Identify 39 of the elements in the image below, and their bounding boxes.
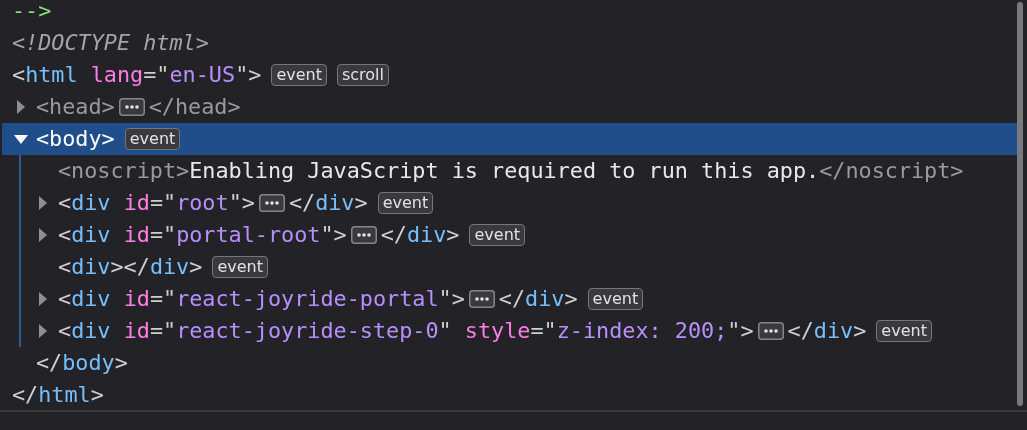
expand-triangle-icon[interactable] [39,196,47,210]
code-text: <body> [36,125,115,153]
selected-node-row[interactable]: <body> event [2,123,1017,155]
code-text: </div> [787,317,867,345]
event-badge[interactable]: event [469,224,526,246]
event-badge[interactable]: event [124,128,181,150]
collapse-triangle-icon[interactable] [14,134,28,144]
code-text: <div></div> [58,253,203,281]
ellipsis-icon[interactable] [350,226,377,244]
event-badge[interactable]: event [212,256,268,278]
event-badge[interactable]: scroll [336,64,389,86]
ellipsis-icon[interactable] [468,290,495,308]
code-text: </div> [498,285,578,313]
ellipsis-icon[interactable] [118,98,145,116]
code-text: </html> [12,381,104,409]
event-badge[interactable]: event [587,288,644,310]
code-text: </head> [148,93,241,121]
code-text: <div id="react-joyride-portal"> [58,285,465,313]
code-text: <!DOCTYPE html> [12,29,209,57]
code-text: <head> [36,93,115,121]
event-badge[interactable]: event [271,64,327,86]
ellipsis-icon[interactable] [258,194,285,212]
code-text: <html lang="en-US"> [12,61,262,89]
event-badge[interactable]: event [377,192,434,214]
expand-triangle-icon[interactable] [39,324,47,338]
code-text: <noscript>Enabling JavaScript is required to run this app.</noscript> [58,157,964,185]
code-text: <div id="root"> [58,189,255,217]
code-text: </div> [380,221,460,249]
code-text: </body> [36,349,128,377]
code-text: --> [12,0,52,25]
code-text: <div id="portal-root"> [58,221,347,249]
scrollbar[interactable] [1017,2,1023,406]
event-badge[interactable]: event [876,320,932,342]
expand-triangle-icon[interactable] [39,228,47,242]
expand-triangle-icon[interactable] [39,292,47,306]
ellipsis-icon[interactable] [757,322,784,340]
expand-triangle-icon[interactable] [17,100,25,114]
code-text: <div id="react-joyride-step-0" style="z-index: 200;"> [58,317,754,345]
code-text: </div> [288,189,368,217]
